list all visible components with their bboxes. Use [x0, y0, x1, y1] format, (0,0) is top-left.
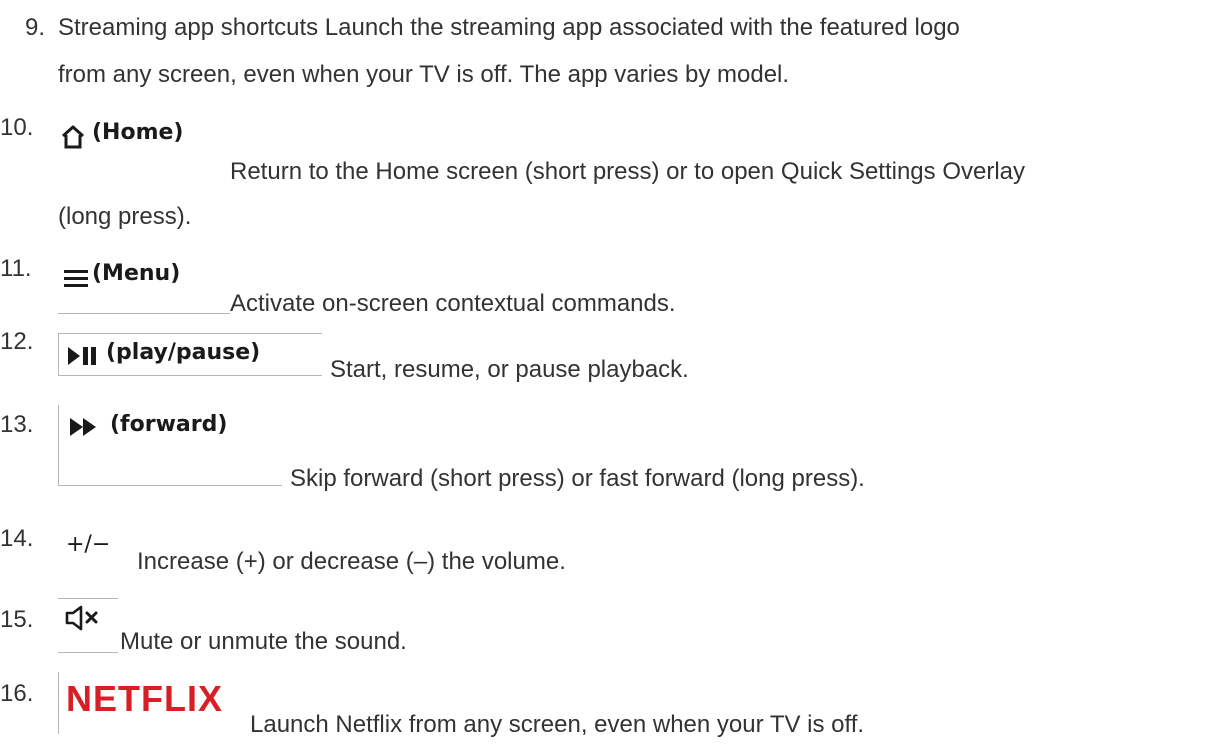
item-description-line1: Skip forward (short press) or fast forwa… — [290, 465, 865, 492]
forward-button-image: (forward) — [62, 410, 282, 444]
fast-forward-icon — [70, 418, 96, 436]
mute-icon — [65, 605, 98, 631]
item-description-line1: Increase (+) or decrease (–) the volume. — [137, 548, 566, 575]
item-number: 13. — [0, 411, 34, 438]
volume-icon: +/− — [66, 532, 111, 557]
item-description-line2: (long press). — [58, 203, 192, 230]
item-description-line1: Launch Netflix from any screen, even whe… — [250, 711, 865, 738]
item-description-line1: Start, resume, or pause playback. — [330, 356, 689, 383]
item-number: 10. — [0, 114, 34, 141]
item-description-line1: Streaming app shortcuts Launch the strea… — [58, 14, 960, 41]
image-border — [58, 375, 322, 376]
item-number: 9. — [25, 14, 46, 41]
item-number: 16. — [0, 680, 34, 707]
image-border — [58, 598, 118, 599]
button-label: (play/pause) — [106, 340, 261, 365]
item-description-line1: Activate on-screen contextual commands. — [230, 290, 676, 317]
image-border — [58, 333, 322, 334]
item-description-line1: Return to the Home screen (short press) … — [230, 158, 1026, 185]
image-border — [58, 333, 59, 375]
home-icon — [61, 125, 85, 149]
menu-button-image: (Menu) — [58, 258, 228, 314]
button-label: (Menu) — [92, 261, 181, 286]
button-label: (Home) — [92, 120, 184, 145]
play-pause-icon — [68, 347, 96, 365]
button-label: (forward) — [110, 412, 228, 437]
image-border — [58, 672, 59, 734]
image-border — [58, 405, 59, 485]
home-button-image: (Home) — [58, 118, 228, 152]
image-border — [58, 313, 230, 314]
item-description-line1: Mute or unmute the sound. — [120, 628, 407, 655]
item-number: 15. — [0, 606, 34, 633]
item-description-line2: from any screen, even when your TV is of… — [58, 61, 790, 88]
item-number: 11. — [0, 255, 32, 282]
image-border — [58, 652, 118, 653]
item-number: 14. — [0, 525, 34, 552]
item-number: 12. — [0, 328, 34, 355]
menu-icon — [64, 270, 88, 287]
netflix-logo: NETFLIX — [66, 678, 223, 719]
play-pause-button-image: (play/pause) — [62, 338, 322, 372]
image-border — [58, 485, 282, 486]
